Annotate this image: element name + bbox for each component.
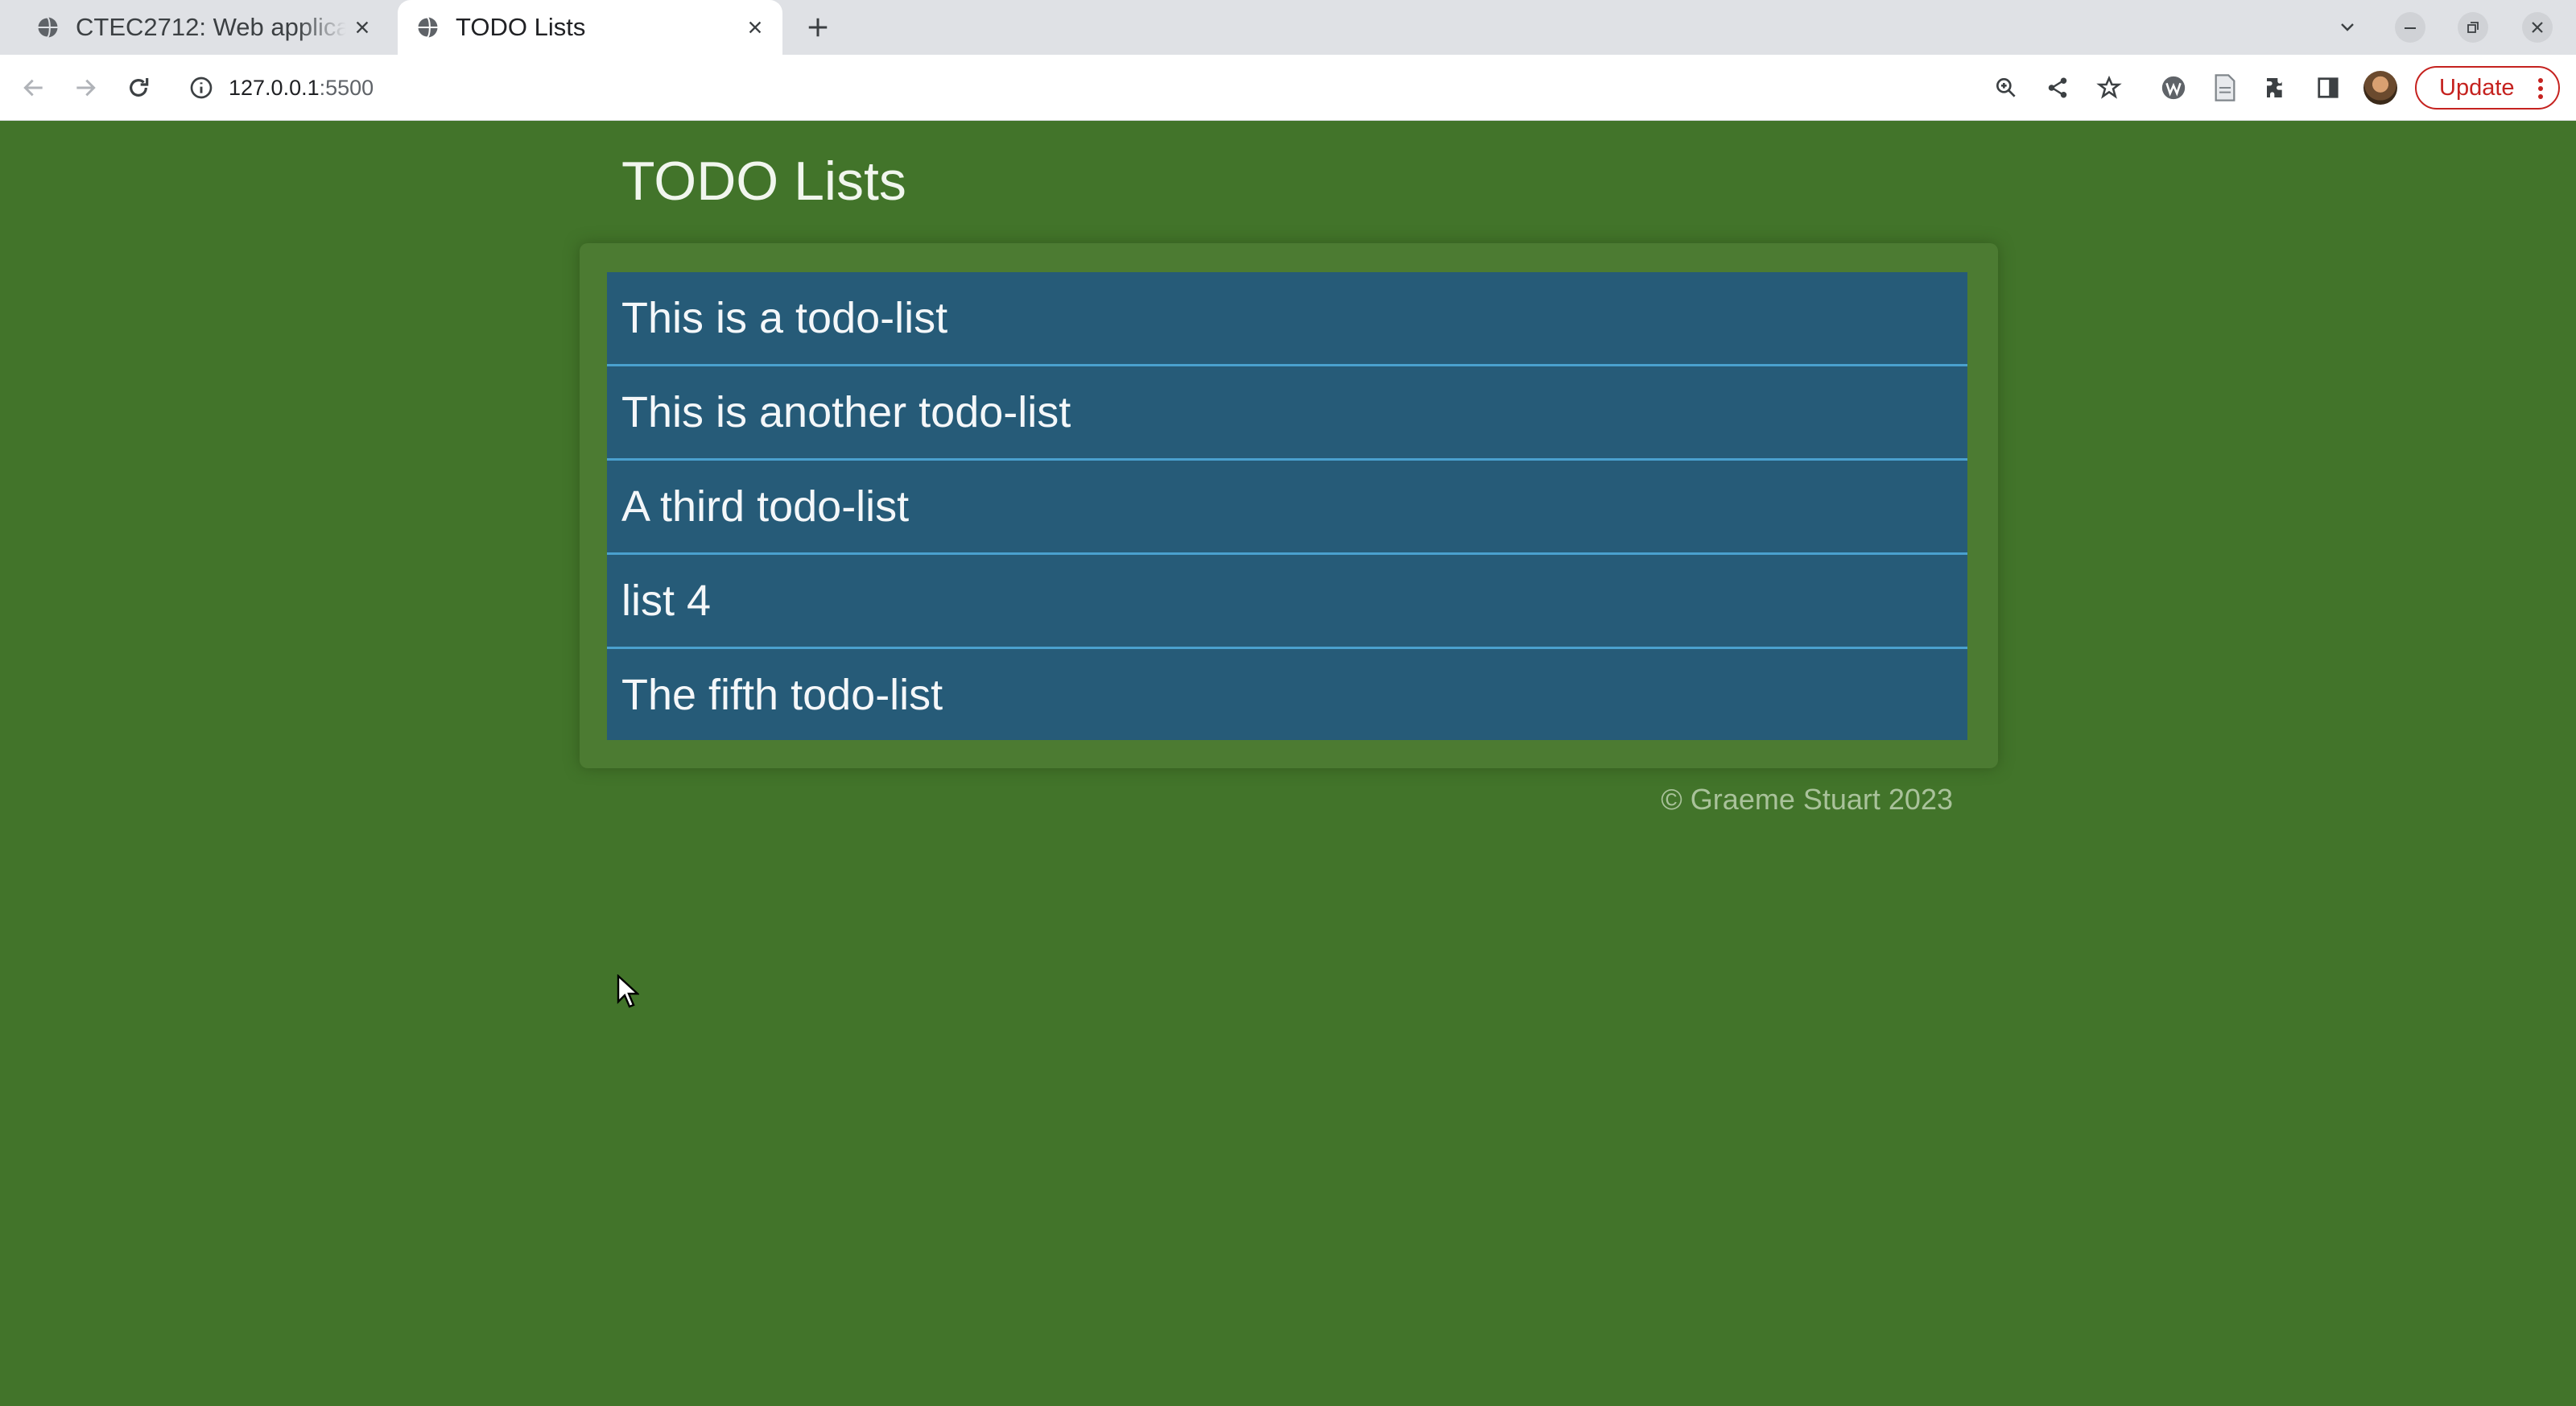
page-content: TODO Lists This is a todo-list This is a…: [0, 121, 2576, 1406]
zoom-icon[interactable]: [1988, 70, 2024, 105]
side-panel-icon[interactable]: [2310, 70, 2346, 105]
update-label: Update: [2439, 74, 2515, 101]
close-tab-icon[interactable]: [739, 11, 771, 43]
new-tab-button[interactable]: [802, 11, 834, 43]
minimize-icon[interactable]: [2394, 11, 2426, 43]
wordpress-extension-icon[interactable]: [2156, 70, 2191, 105]
url-port: :5500: [319, 75, 374, 100]
todo-lists: This is a todo-list This is another todo…: [607, 272, 1967, 740]
todo-list-item[interactable]: This is another todo-list: [607, 366, 1967, 461]
tab-search-chevron-down-icon[interactable]: [2331, 11, 2363, 43]
globe-icon: [416, 16, 438, 39]
tab-todo-lists[interactable]: TODO Lists: [398, 0, 782, 55]
close-window-icon[interactable]: [2521, 11, 2553, 43]
address-bar[interactable]: 127.0.0.1:5500: [175, 63, 1987, 113]
update-button[interactable]: Update: [2415, 66, 2560, 110]
bookmark-star-icon[interactable]: [2091, 70, 2127, 105]
todo-list-item[interactable]: list 4: [607, 555, 1967, 649]
tab-title: CTEC2712: Web applicat: [76, 13, 346, 42]
browser-toolbar: 127.0.0.1:5500 Update: [0, 55, 2576, 121]
todo-list-item[interactable]: The fifth todo-list: [607, 649, 1967, 740]
page-extension-icon[interactable]: [2207, 70, 2243, 105]
page-title: TODO Lists: [621, 151, 906, 212]
tab-strip: CTEC2712: Web applicat TODO Lists: [0, 0, 2576, 55]
back-arrow-icon[interactable]: [16, 70, 52, 105]
globe-icon: [36, 16, 58, 39]
tab-title: TODO Lists: [456, 13, 586, 41]
profile-avatar[interactable]: [2363, 71, 2397, 105]
url-host: 127.0.0.1: [229, 75, 320, 100]
extensions-puzzle-icon[interactable]: [2259, 70, 2294, 105]
reload-icon[interactable]: [121, 70, 156, 105]
copyright-footer: © Graeme Stuart 2023: [1661, 783, 1953, 816]
todo-list-item[interactable]: This is a todo-list: [607, 272, 1967, 366]
close-tab-icon[interactable]: [346, 11, 378, 43]
share-icon[interactable]: [2040, 70, 2075, 105]
todo-lists-card: This is a todo-list This is another todo…: [580, 243, 1998, 768]
mouse-cursor-icon: [617, 974, 639, 1008]
tab-ctec2712[interactable]: CTEC2712: Web applicat: [24, 0, 390, 55]
forward-arrow-icon[interactable]: [68, 70, 103, 105]
restore-icon[interactable]: [2457, 11, 2489, 43]
more-menu-icon: [2538, 78, 2543, 99]
site-info-icon[interactable]: [188, 75, 214, 101]
todo-list-item[interactable]: A third todo-list: [607, 461, 1967, 555]
